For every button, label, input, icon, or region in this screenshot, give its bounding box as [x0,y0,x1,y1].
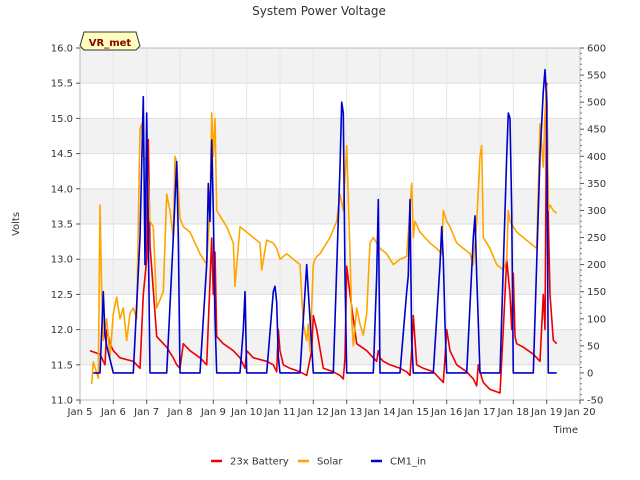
plot-band [80,118,580,154]
y-tick-label: 12.0 [51,325,73,336]
x-tick-label: Jan 7 [133,407,159,418]
legend-label-cm1-in: CM1_in [390,457,426,468]
x-axis: Jan 5 Jan 6 Jan 7 Jan 8 Jan 9 Jan 10 Jan 11 Jan… [67,400,596,418]
x-tick-label: Jan 10 [230,407,262,418]
y2-tick-label: 500 [587,98,606,109]
y-axis-left: 11.0 11.5 12.0 12.5 13.0 13.5 14.0 14.5 15.0 15.5… [51,44,80,407]
x-tick-label: Jan 15 [397,407,429,418]
badge: VR_met [79,31,141,51]
chart-title: System Power Voltage [252,4,386,18]
x-tick-label: Jan 6 [100,407,126,418]
y-axis-right: -50 0 50 100 150 200 250 300 350 400 450 500 550 600 [580,44,606,407]
plot-band [80,329,580,365]
y-tick-label: 11.0 [51,396,73,407]
y-tick-label: 16.0 [51,44,73,55]
y2-tick-label: 100 [587,314,606,325]
x-tick-label: Jan 5 [67,407,93,418]
y-tick-label: 15.0 [51,114,73,125]
line-chart: System Power Voltage 11.0 11.5 12.0 12.5 13.… [11,4,606,468]
y2-tick-label: -50 [587,396,603,407]
y2-tick-label: 400 [587,152,606,163]
y2-tick-label: 250 [587,233,606,244]
y2-tick-label: 550 [587,71,606,82]
y2-tick-label: 150 [587,287,606,298]
y-tick-label: 14.0 [51,184,73,195]
plot-band [80,48,580,84]
x-tick-label: Jan 12 [297,407,329,418]
x-tick-label: Jan 8 [167,407,193,418]
y-tick-label: 14.5 [51,149,73,160]
legend-label-solar: Solar [317,457,343,468]
y-tick-label: 13.0 [51,255,73,266]
legend: 23x Battery Solar CM1_in [211,457,426,468]
x-tick-label: Jan 14 [363,407,395,418]
y2-tick-label: 300 [587,206,606,217]
y2-tick-label: 50 [587,341,600,352]
y2-tick-label: 350 [587,179,606,190]
x-tick-label: Jan 19 [530,407,562,418]
x-tick-label: Jan 17 [463,407,495,418]
legend-label-23x-battery: 23x Battery [230,457,289,468]
y2-tick-label: 450 [587,125,606,136]
x-axis-title: Time [553,425,578,436]
y-axis-title: Volts [11,212,22,236]
x-tick-label: Jan 13 [330,407,362,418]
x-tick-label: Jan 20 [563,407,595,418]
y-tick-label: 13.5 [51,220,73,231]
y2-tick-label: 600 [587,44,606,55]
y-tick-label: 11.5 [51,360,73,371]
x-tick-label: Jan 11 [263,407,295,418]
x-tick-label: Jan 9 [200,407,226,418]
x-tick-label: Jan 16 [430,407,462,418]
badge-label: VR_met [89,38,132,49]
y-tick-label: 15.5 [51,79,73,90]
y2-tick-label: 0 [587,368,593,379]
y-tick-label: 12.5 [51,290,73,301]
x-tick-label: Jan 18 [497,407,529,418]
y2-tick-label: 200 [587,260,606,271]
